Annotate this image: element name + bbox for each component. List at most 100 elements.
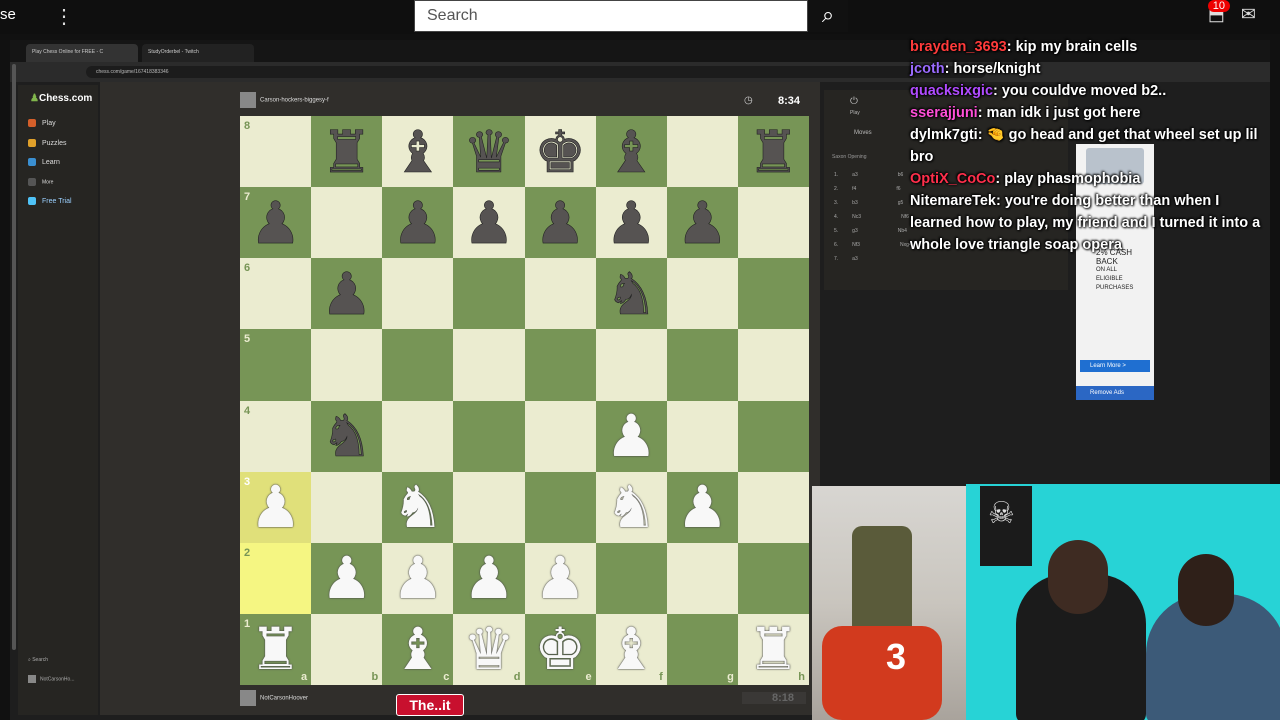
square-e6[interactable]: [524, 258, 596, 330]
black-bishop-icon[interactable]: ♝: [605, 122, 658, 181]
square-h5[interactable]: [737, 329, 809, 401]
sidebar-item-puzzles[interactable]: Puzzles: [28, 139, 67, 147]
square-h3[interactable]: [737, 471, 809, 543]
square-g6[interactable]: [666, 258, 738, 330]
white-king-icon[interactable]: ♚: [534, 620, 586, 678]
square-c5[interactable]: [382, 329, 454, 401]
sidebar-item-free-trial[interactable]: Free Trial: [28, 197, 72, 205]
play-tab-icon[interactable]: ⏻: [850, 96, 858, 107]
sidebar-item-play[interactable]: Play: [28, 119, 56, 127]
square-f3[interactable]: ♞: [595, 471, 667, 543]
chess-board[interactable]: 8 ♜ ♝ ♛ ♚ ♝ ♜ 7 ♟ ♟ ♟ ♟ ♟ ♟ 6 ♟ ♞ 5 4 ♞ ♟ 3 ♟ ♞ ♞ ♟ 2 ♟ ♟ ♟ ♟ 1 a ♜ b c ♝ d ♛ e…: [240, 116, 809, 685]
white-move[interactable]: g3: [852, 228, 858, 234]
chesscom-logo[interactable]: ♟Chess.com: [30, 93, 92, 104]
chat-username[interactable]: dylmk7gti: [910, 127, 978, 143]
square-d3[interactable]: [453, 471, 525, 543]
black-rook-icon[interactable]: ♜: [320, 122, 373, 181]
square-b7[interactable]: [311, 187, 383, 259]
sidebar-user[interactable]: NotCarsonHo...: [28, 675, 74, 683]
square-a6[interactable]: 6: [240, 258, 312, 330]
square-g3[interactable]: ♟: [666, 471, 738, 543]
black-knight-icon[interactable]: ♞: [320, 407, 373, 466]
white-pawn-icon[interactable]: ♟: [250, 478, 302, 536]
white-pawn-icon[interactable]: ♟: [676, 478, 728, 536]
square-a1[interactable]: 1 a ♜: [240, 613, 312, 685]
chat-username[interactable]: sserajjuni: [910, 105, 978, 121]
square-h8[interactable]: ♜: [737, 116, 809, 188]
square-b4[interactable]: ♞: [311, 400, 383, 472]
square-d5[interactable]: [453, 329, 525, 401]
search-icon[interactable]: ⌕: [808, 0, 848, 32]
square-f4[interactable]: ♟: [595, 400, 667, 472]
black-move[interactable]: b6: [898, 172, 904, 178]
white-pawn-icon[interactable]: ♟: [605, 407, 657, 465]
square-h7[interactable]: [737, 187, 809, 259]
white-bishop-icon[interactable]: ♝: [605, 620, 657, 678]
url-field[interactable]: chess.com/game/167418383346: [86, 66, 986, 78]
square-f2[interactable]: [595, 542, 667, 614]
square-h4[interactable]: [737, 400, 809, 472]
sidebar-item-learn[interactable]: Learn: [28, 158, 60, 166]
square-h6[interactable]: [737, 258, 809, 330]
square-e1[interactable]: e ♚: [524, 613, 596, 685]
tab-play[interactable]: Play: [850, 110, 860, 116]
square-c3[interactable]: ♞: [382, 471, 454, 543]
square-g4[interactable]: [666, 400, 738, 472]
chat-username[interactable]: brayden_3693: [910, 39, 1007, 55]
black-pawn-icon[interactable]: ♟: [320, 265, 373, 324]
black-queen-icon[interactable]: ♛: [463, 122, 516, 181]
square-f1[interactable]: f ♝: [595, 613, 667, 685]
square-e5[interactable]: [524, 329, 596, 401]
black-move[interactable]: Nf6: [901, 214, 909, 220]
square-f8[interactable]: ♝: [595, 116, 667, 188]
white-rook-icon[interactable]: ♜: [747, 620, 799, 678]
move-row[interactable]: 6. Nf3 Nxg4: [834, 242, 912, 248]
black-pawn-icon[interactable]: ♟: [392, 193, 445, 252]
learn-more-button[interactable]: Learn More >: [1080, 360, 1150, 372]
square-b1[interactable]: b: [311, 613, 383, 685]
black-move[interactable]: Nb4: [898, 228, 907, 234]
square-h2[interactable]: [737, 542, 809, 614]
move-row[interactable]: 2. f4 f6: [834, 186, 901, 192]
square-d4[interactable]: [453, 400, 525, 472]
chat-username[interactable]: quacksixgic: [910, 83, 993, 99]
square-e4[interactable]: [524, 400, 596, 472]
white-pawn-icon[interactable]: ♟: [534, 549, 586, 607]
square-h1[interactable]: h ♜: [737, 613, 809, 685]
white-move[interactable]: b3: [852, 200, 858, 206]
square-b8[interactable]: ♜: [311, 116, 383, 188]
square-a8[interactable]: 8: [240, 116, 312, 188]
square-c6[interactable]: [382, 258, 454, 330]
black-pawn-icon[interactable]: ♟: [534, 193, 587, 252]
white-move[interactable]: f4: [852, 186, 856, 192]
white-move[interactable]: a3: [852, 256, 858, 262]
white-queen-icon[interactable]: ♛: [463, 620, 515, 678]
top-player[interactable]: Carson-hockers-biggesy-f: [240, 92, 329, 108]
square-d2[interactable]: ♟: [453, 542, 525, 614]
square-d7[interactable]: ♟: [453, 187, 525, 259]
square-g7[interactable]: ♟: [666, 187, 738, 259]
square-b5[interactable]: [311, 329, 383, 401]
white-rook-icon[interactable]: ♜: [250, 620, 302, 678]
search-input[interactable]: Search: [414, 0, 808, 32]
black-move[interactable]: g5: [898, 200, 904, 206]
white-knight-icon[interactable]: ♞: [392, 478, 444, 536]
square-c8[interactable]: ♝: [382, 116, 454, 188]
square-a3[interactable]: 3 ♟: [240, 471, 312, 543]
browser-tab-twitch[interactable]: StudyOrderbel - Twitch: [142, 44, 254, 62]
square-a2[interactable]: 2: [240, 542, 312, 614]
page-scrollbar[interactable]: [12, 64, 16, 650]
white-bishop-icon[interactable]: ♝: [392, 620, 444, 678]
sidebar-item-more[interactable]: More: [28, 178, 53, 186]
square-b3[interactable]: [311, 471, 383, 543]
square-c7[interactable]: ♟: [382, 187, 454, 259]
square-b2[interactable]: ♟: [311, 542, 383, 614]
mail-icon[interactable]: ✉: [1241, 4, 1256, 25]
black-pawn-icon[interactable]: ♟: [249, 193, 302, 252]
square-a4[interactable]: 4: [240, 400, 312, 472]
square-c1[interactable]: c ♝: [382, 613, 454, 685]
black-knight-icon[interactable]: ♞: [605, 265, 658, 324]
sidebar-search[interactable]: ⌕ Search: [28, 657, 48, 663]
square-g8[interactable]: [666, 116, 738, 188]
white-move[interactable]: Nf3: [852, 242, 860, 248]
